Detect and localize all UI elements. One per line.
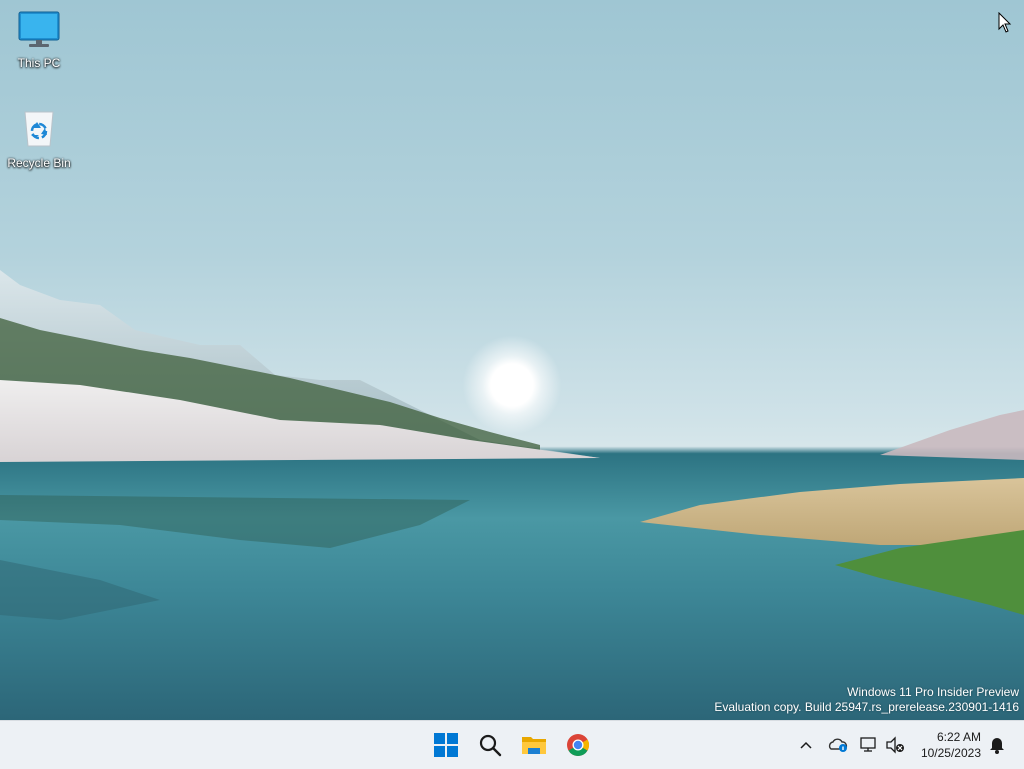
notification-center-button[interactable] xyxy=(986,731,1008,759)
desktop-icon-recycle-bin[interactable]: Recycle Bin xyxy=(1,108,77,170)
network-icon xyxy=(860,737,876,752)
network-tray-button[interactable] xyxy=(858,731,880,759)
recycle-bin-icon xyxy=(24,111,54,147)
watermark-line-1: Windows 11 Pro Insider Preview xyxy=(847,685,1019,699)
evaluation-watermark: Windows 11 Pro Insider Preview Evaluatio… xyxy=(714,685,1019,715)
desktop-icon-label: Recycle Bin xyxy=(7,156,71,170)
watermark-line-2: Evaluation copy. Build 25947.rs_prerelea… xyxy=(714,700,1019,714)
desktop-wallpaper: This PC Recycle Bin Windows 11 Pro Insid… xyxy=(0,0,1024,720)
desktop-icon-this-pc[interactable]: This PC xyxy=(1,10,77,70)
onedrive-icon xyxy=(828,738,848,752)
show-hidden-icons-button[interactable] xyxy=(796,731,816,759)
volume-tray-button[interactable] xyxy=(884,731,906,759)
folder-icon xyxy=(522,737,546,754)
clock-date: 10/25/2023 xyxy=(920,746,981,760)
volume-muted-icon xyxy=(886,736,904,754)
taskbar-clock[interactable]: 6:22 AM 10/25/2023 xyxy=(921,729,981,761)
chrome-icon xyxy=(567,734,589,756)
onedrive-tray-button[interactable] xyxy=(826,731,850,759)
clock-time: 6:22 AM xyxy=(936,730,981,744)
search-button[interactable] xyxy=(470,725,510,765)
notification-bell-icon xyxy=(990,738,1004,754)
sun-glow xyxy=(462,335,562,435)
search-icon xyxy=(479,734,502,757)
chrome-button[interactable] xyxy=(558,725,598,765)
mouse-cursor-icon xyxy=(998,12,1012,33)
desktop-icon-label: This PC xyxy=(17,56,61,70)
start-button[interactable] xyxy=(426,725,466,765)
windows-start-icon xyxy=(434,733,458,757)
chevron-up-icon xyxy=(800,741,812,749)
file-explorer-button[interactable] xyxy=(514,725,554,765)
taskbar: 6:22 AM 10/25/2023 xyxy=(0,720,1024,769)
computer-monitor-icon xyxy=(18,11,60,47)
